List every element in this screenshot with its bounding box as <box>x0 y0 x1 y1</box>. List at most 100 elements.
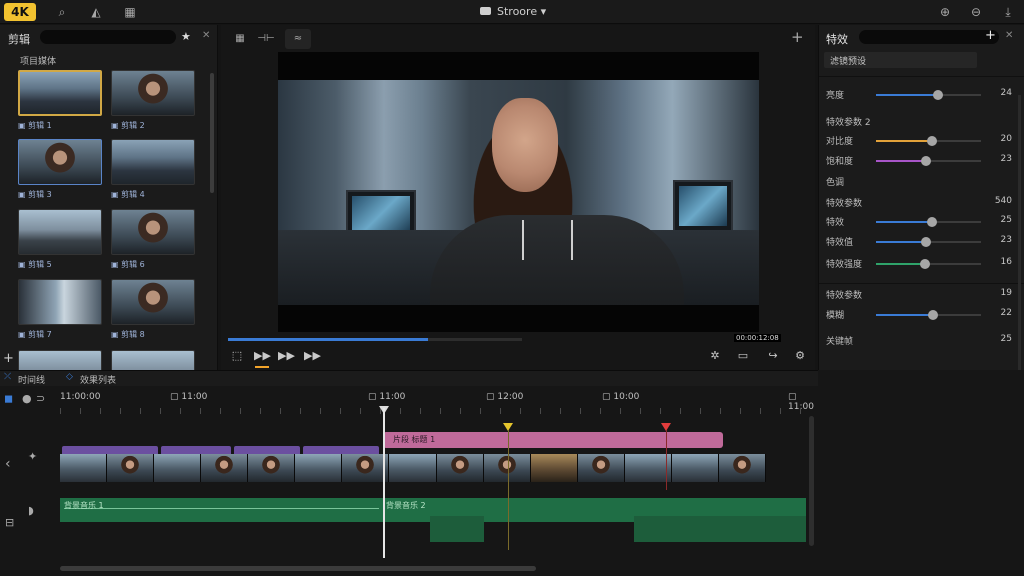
effect-slider[interactable] <box>876 310 981 320</box>
effect-slider[interactable] <box>876 259 981 269</box>
media-scrollbar[interactable] <box>210 73 214 193</box>
ruler-tick <box>340 408 341 414</box>
effect-slider-row[interactable]: 特效值 23 <box>826 235 1020 249</box>
clip-caption: ▣ 剪辑 8 <box>111 330 145 339</box>
fast-forward-icon[interactable]: ▶▶ <box>304 349 321 362</box>
ruler-tick <box>600 408 601 414</box>
effect-slider-knob[interactable] <box>921 156 932 166</box>
comment-icon[interactable]: ▭ <box>735 349 751 362</box>
audio-track-icon[interactable]: ⊟ <box>5 516 14 529</box>
effects-panel: 特效 + ✕ 滤镜预设 亮度 24 特效参数 2 对比度 20 饱和度 23 色调 特效参数 54… <box>818 25 1024 385</box>
download-icon[interactable]: ⤓ <box>998 3 1018 21</box>
effect-slider-row[interactable]: 模糊 22 <box>826 308 1020 322</box>
share-icon[interactable]: ↪ <box>765 349 781 362</box>
ruler-tick <box>180 408 181 414</box>
effect-slider[interactable] <box>876 136 981 146</box>
effect-label: 特效参数 <box>826 199 863 209</box>
video-viewer[interactable] <box>278 52 759 332</box>
star-icon[interactable]: ★ <box>181 30 191 43</box>
viewer-panel: ▦ ⊣⊢ ≈ + 00:00:12:08 ⬚ ▶▶ ▶▶ ▶▶ ✲ ▭ ↪ ⚙ <box>221 25 815 370</box>
video-frame-thumb <box>295 454 343 482</box>
close-panel-icon[interactable]: ✕ <box>1005 30 1013 41</box>
zoom-out-icon[interactable]: ⊖ <box>966 3 986 21</box>
media-clip[interactable]: ▣ 剪辑 6 <box>111 209 195 271</box>
clip-thumbnail <box>111 139 195 185</box>
effect-slider-knob[interactable] <box>926 136 937 146</box>
timeline-vertical-scrollbar[interactable] <box>809 416 814 546</box>
add-media-icon[interactable]: + <box>3 351 14 366</box>
effect-slider-knob[interactable] <box>920 259 931 269</box>
project-title[interactable]: Stroore ▾ <box>480 5 546 18</box>
pin-icon[interactable]: ✕ <box>202 30 210 41</box>
grid-view-icon[interactable]: ▦ <box>227 29 253 49</box>
hoodie-string <box>522 220 524 260</box>
effect-slider-knob[interactable] <box>926 217 937 227</box>
media-clip[interactable]: ▣ 剪辑 8 <box>111 279 195 341</box>
track-area[interactable]: 片段 标题 1 背景音乐 1 背景音乐 2 <box>60 428 808 568</box>
record-icon[interactable]: ● <box>22 392 32 405</box>
effect-slider-row[interactable]: 亮度 24 <box>826 88 1020 102</box>
media-search-input[interactable] <box>40 30 176 44</box>
play-icon[interactable]: ▶▶ <box>254 349 271 362</box>
add-effect-icon[interactable]: + <box>985 28 996 43</box>
bell-icon[interactable]: ◭ <box>86 3 106 21</box>
clip-thumbnail <box>18 209 102 255</box>
effect-slider-knob[interactable] <box>932 90 943 100</box>
preset-selector[interactable]: 滤镜预设 <box>824 52 977 68</box>
effects-search-input[interactable] <box>859 30 999 44</box>
zoom-in-icon[interactable]: ⊕ <box>935 3 955 21</box>
wave-view-icon[interactable]: ≈ <box>285 29 311 49</box>
pink-title-clip[interactable]: 片段 标题 1 <box>383 432 723 448</box>
ruler-tick <box>160 408 161 414</box>
media-clip[interactable]: ▣ 剪辑 3 <box>18 139 102 201</box>
audio-clip[interactable] <box>60 498 383 522</box>
media-clip[interactable] <box>18 350 102 370</box>
step-forward-icon[interactable]: ▶▶ <box>278 349 295 362</box>
camera-tool-icon[interactable]: ◼ <box>4 392 13 405</box>
effect-slider-row[interactable]: 对比度 20 <box>826 134 1020 148</box>
audio-clip-section <box>634 516 806 542</box>
playback-progress[interactable] <box>228 338 522 341</box>
effect-slider[interactable] <box>876 217 981 227</box>
search-icon[interactable]: ⌕ <box>52 3 72 21</box>
video-frame-thumb <box>436 454 484 482</box>
effect-value: 20 <box>1000 134 1012 144</box>
playhead[interactable] <box>383 408 385 558</box>
ruler-tick <box>320 408 321 414</box>
crop-icon[interactable]: ⬚ <box>229 349 245 362</box>
effect-label: 饱和度 <box>826 157 854 167</box>
effect-slider-row[interactable]: 特效 25 <box>826 215 1020 229</box>
calendar-icon[interactable]: ▦ <box>120 3 140 21</box>
media-clip[interactable]: ▣ 剪辑 1 <box>18 70 102 132</box>
collapse-icon[interactable]: ‹ <box>5 456 11 472</box>
video-frame-thumb <box>389 454 437 482</box>
split-view-icon[interactable]: ⊣⊢ <box>253 29 279 49</box>
media-clip[interactable]: ▣ 剪辑 4 <box>111 139 195 201</box>
effect-slider[interactable] <box>876 90 981 100</box>
media-clip[interactable] <box>111 350 195 370</box>
settings-icon[interactable]: ✲ <box>707 349 723 362</box>
effect-value: 19 <box>1000 288 1012 298</box>
video-track[interactable] <box>60 454 766 482</box>
effect-slider[interactable] <box>876 237 981 247</box>
effect-label: 特效参数 2 <box>826 118 871 128</box>
timeline-horizontal-scrollbar[interactable] <box>60 566 536 571</box>
woman-face <box>492 98 558 192</box>
effect-slider-row[interactable]: 特效强度 16 <box>826 257 1020 271</box>
video-track-icon[interactable]: ✦ <box>28 450 37 463</box>
effect-slider[interactable] <box>876 156 981 166</box>
effect-slider-knob[interactable] <box>921 237 932 247</box>
add-view-icon[interactable]: + <box>791 28 804 46</box>
effects-scrollbar[interactable] <box>1018 95 1021 385</box>
media-clip[interactable]: ▣ 剪辑 7 <box>18 279 102 341</box>
gear-icon[interactable]: ⚙ <box>792 349 808 362</box>
media-clip[interactable]: ▣ 剪辑 2 <box>111 70 195 132</box>
tab-timeline[interactable]: 时间线 <box>18 373 45 386</box>
effect-slider-row[interactable]: 饱和度 23 <box>826 154 1020 168</box>
media-clip[interactable]: ▣ 剪辑 5 <box>18 209 102 271</box>
link-icon[interactable]: ⊃ <box>36 392 45 405</box>
tab-effects-list[interactable]: 效果列表 <box>80 373 116 386</box>
effect-slider-knob[interactable] <box>927 310 938 320</box>
time-ruler[interactable]: 11:00:00 ▢ 11:00 ▢ 11:00 ▢ 12:00 ▢ 10:00… <box>60 386 816 414</box>
speaker-icon[interactable]: ◗ <box>28 504 34 517</box>
